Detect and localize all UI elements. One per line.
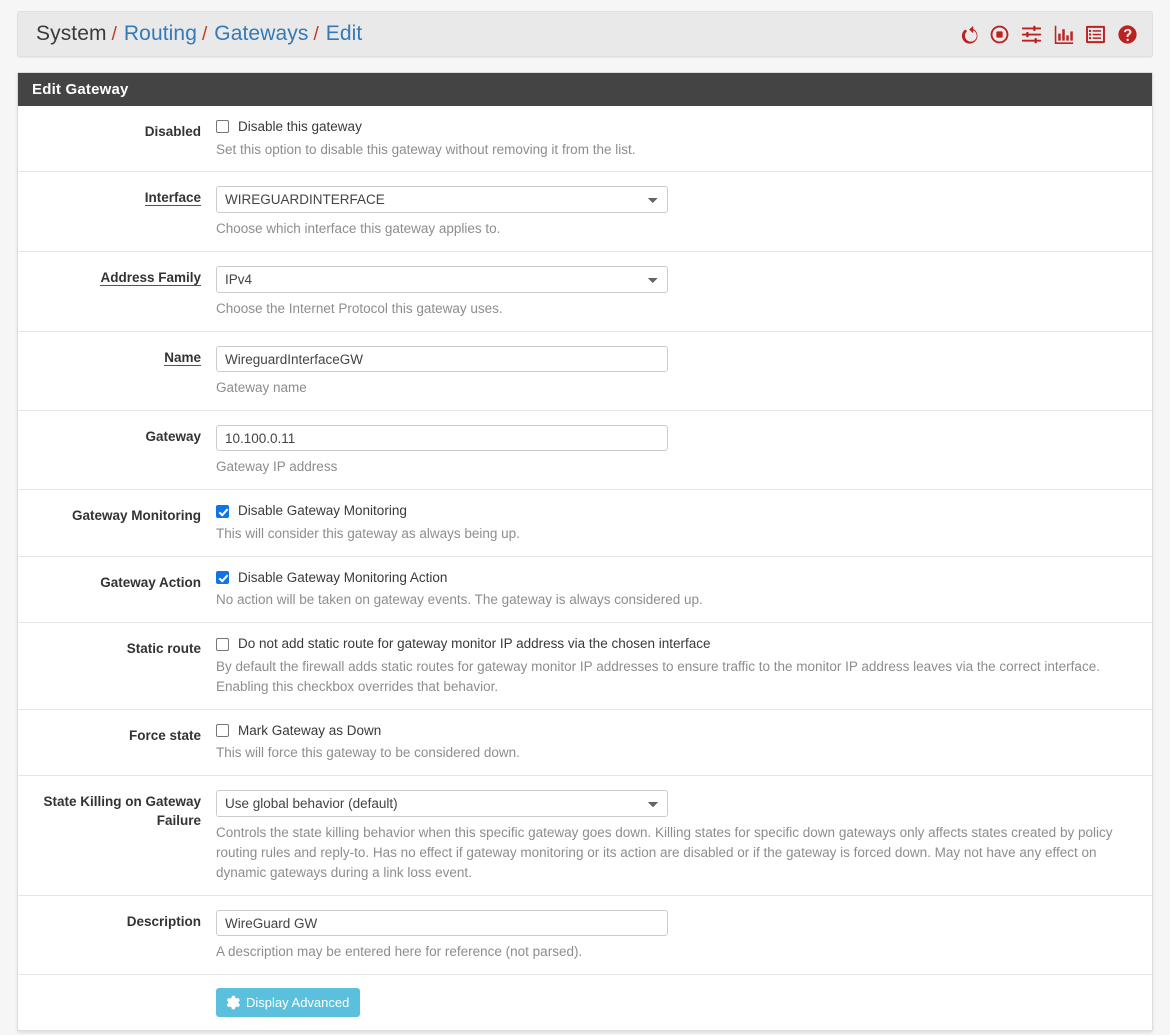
label-force-state: Force state xyxy=(128,727,201,743)
help-disabled: Set this option to disable this gateway … xyxy=(216,141,636,157)
checkbox-label-disable-gateway-monitoring-action[interactable]: Disable Gateway Monitoring Action xyxy=(238,571,447,585)
form-row-disabled: Disabled Disable this gateway Set this o… xyxy=(18,106,1152,173)
form-row-interface: Interface WIREGUARDINTERFACE Choose whic… xyxy=(18,172,1152,253)
gear-icon xyxy=(225,995,240,1010)
help-address-family: Choose the Internet Protocol this gatewa… xyxy=(216,301,503,317)
form-row-description: Description A description may be entered… xyxy=(18,896,1152,976)
form-row-gateway: Gateway Gateway IP address xyxy=(18,411,1152,491)
breadcrumb-item-system: System xyxy=(36,22,107,45)
bar-chart-icon[interactable] xyxy=(1053,24,1074,45)
help-gateway-action: No action will be taken on gateway event… xyxy=(216,592,703,608)
header-icon-group xyxy=(957,24,1138,45)
form-row-force-state: Force state Mark Gateway as Down This wi… xyxy=(18,710,1152,777)
panel-body: Disabled Disable this gateway Set this o… xyxy=(18,106,1152,1030)
panel-title: Edit Gateway xyxy=(18,73,1152,106)
breadcrumb-separator: / xyxy=(313,24,319,45)
edit-gateway-panel: Edit Gateway Disabled Disable this gatew… xyxy=(17,72,1153,1032)
breadcrumb-item-routing[interactable]: Routing xyxy=(124,22,197,46)
label-description: Description xyxy=(126,914,201,930)
label-state-killing: State Killing on Gateway Failure xyxy=(43,794,201,829)
form-row-static-route: Static route Do not add static route for… xyxy=(18,623,1152,710)
help-interface: Choose which interface this gateway appl… xyxy=(216,221,501,237)
checkbox-no-static-route[interactable]: Do not add static route for gateway moni… xyxy=(216,637,1136,651)
breadcrumb-bar: System / Routing / Gateways / Edit xyxy=(17,11,1153,57)
label-gateway-action: Gateway Action xyxy=(100,574,201,590)
label-name: Name xyxy=(18,346,216,398)
label-interface-text: Interface xyxy=(144,190,201,207)
help-circle-icon[interactable] xyxy=(1117,24,1138,45)
checkbox-disable-gateway-monitoring[interactable]: Disable Gateway Monitoring xyxy=(216,504,1136,518)
input-gateway[interactable] xyxy=(216,425,668,452)
display-advanced-button[interactable]: Display Advanced xyxy=(216,988,361,1018)
checkbox-label-mark-gateway-down[interactable]: Mark Gateway as Down xyxy=(238,724,381,738)
checkbox-box-disable-gateway-monitoring[interactable] xyxy=(216,504,229,518)
form-row-state-killing: State Killing on Gateway Failure Use glo… xyxy=(18,776,1152,897)
help-static-route: By default the firewall adds static rout… xyxy=(216,658,1100,694)
label-address-family: Address Family xyxy=(18,266,216,319)
select-state-killing[interactable]: Use global behavior (default) xyxy=(216,790,668,818)
form-row-gateway-monitoring: Gateway Monitoring Disable Gateway Monit… xyxy=(18,490,1152,557)
label-address-family-text: Address Family xyxy=(100,270,201,287)
label-gateway: Gateway xyxy=(145,429,201,445)
breadcrumb: System / Routing / Gateways / Edit xyxy=(36,22,362,46)
checkbox-disable-gateway[interactable]: Disable this gateway xyxy=(216,120,1136,134)
label-name-text: Name xyxy=(164,350,201,367)
input-description[interactable] xyxy=(216,910,668,937)
restart-icon[interactable] xyxy=(957,24,978,45)
help-force-state: This will force this gateway to be consi… xyxy=(216,745,520,761)
log-list-icon[interactable] xyxy=(1085,24,1106,45)
help-gateway: Gateway IP address xyxy=(216,459,338,475)
input-name[interactable] xyxy=(216,346,668,373)
form-row-address-family: Address Family IPv4 Choose the Internet … xyxy=(18,252,1152,333)
checkbox-box-no-static-route[interactable] xyxy=(216,637,229,651)
breadcrumb-separator: / xyxy=(202,24,208,45)
select-address-family[interactable]: IPv4 xyxy=(216,266,668,294)
checkbox-box-mark-gateway-down[interactable] xyxy=(216,723,229,737)
stop-icon[interactable] xyxy=(989,24,1010,45)
label-spacer-display-advanced xyxy=(18,988,216,1017)
breadcrumb-item-edit[interactable]: Edit xyxy=(326,22,363,46)
select-interface[interactable]: WIREGUARDINTERFACE xyxy=(216,186,668,214)
checkbox-box-disable-gateway[interactable] xyxy=(216,120,229,134)
form-row-name: Name Gateway name xyxy=(18,332,1152,412)
form-row-display-advanced: Display Advanced xyxy=(18,975,1152,1030)
help-description: A description may be entered here for re… xyxy=(216,944,583,960)
checkbox-label-disable-gateway-monitoring[interactable]: Disable Gateway Monitoring xyxy=(238,504,407,518)
label-interface: Interface xyxy=(18,186,216,239)
form-row-gateway-action: Gateway Action Disable Gateway Monitorin… xyxy=(18,557,1152,624)
help-state-killing: Controls the state killing behavior when… xyxy=(216,825,1113,881)
breadcrumb-separator: / xyxy=(111,24,117,45)
checkbox-label-disable-gateway[interactable]: Disable this gateway xyxy=(238,120,362,134)
sliders-icon[interactable] xyxy=(1021,24,1042,45)
help-gateway-monitoring: This will consider this gateway as alway… xyxy=(216,525,520,541)
label-disabled: Disabled xyxy=(144,124,201,139)
label-static-route: Static route xyxy=(126,641,201,657)
checkbox-disable-gateway-monitoring-action[interactable]: Disable Gateway Monitoring Action xyxy=(216,571,1136,585)
display-advanced-label: Display Advanced xyxy=(246,995,350,1011)
help-name: Gateway name xyxy=(216,380,307,396)
checkbox-label-no-static-route[interactable]: Do not add static route for gateway moni… xyxy=(238,637,711,651)
label-gateway-monitoring: Gateway Monitoring xyxy=(71,508,201,524)
checkbox-mark-gateway-down[interactable]: Mark Gateway as Down xyxy=(216,724,1136,738)
checkbox-box-disable-gateway-monitoring-action[interactable] xyxy=(216,571,229,585)
breadcrumb-item-gateways[interactable]: Gateways xyxy=(214,22,308,46)
